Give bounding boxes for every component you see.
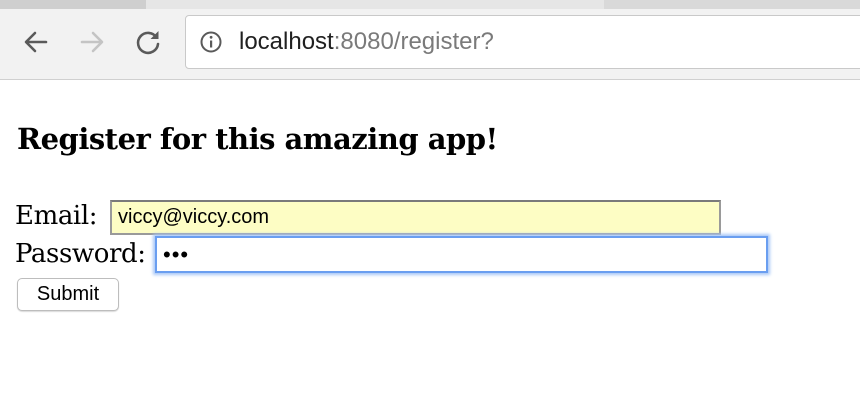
back-arrow-icon <box>24 31 48 53</box>
info-icon[interactable] <box>200 31 222 53</box>
tab[interactable] <box>146 0 605 9</box>
password-label: Password: <box>15 239 146 269</box>
submit-button[interactable]: Submit <box>17 278 119 311</box>
tab[interactable] <box>0 0 147 9</box>
tab[interactable] <box>604 0 860 9</box>
page-title: Register for this amazing app! <box>17 122 498 156</box>
reload-icon <box>136 31 160 55</box>
password-field[interactable] <box>155 236 768 273</box>
browser-toolbar: localhost:8080/register? <box>0 0 860 80</box>
email-label: Email: <box>15 201 98 231</box>
tab-strip <box>0 0 860 9</box>
email-field[interactable] <box>110 200 721 235</box>
url-host: localhost <box>239 28 334 55</box>
forward-arrow-icon <box>80 31 104 53</box>
url-path: :8080/register? <box>333 28 494 55</box>
url-text: localhost:8080/register? <box>239 28 494 56</box>
reload-button[interactable] <box>131 25 165 59</box>
address-bar[interactable]: localhost:8080/register? <box>185 15 860 69</box>
back-button[interactable] <box>19 25 53 59</box>
forward-button[interactable] <box>75 25 109 59</box>
